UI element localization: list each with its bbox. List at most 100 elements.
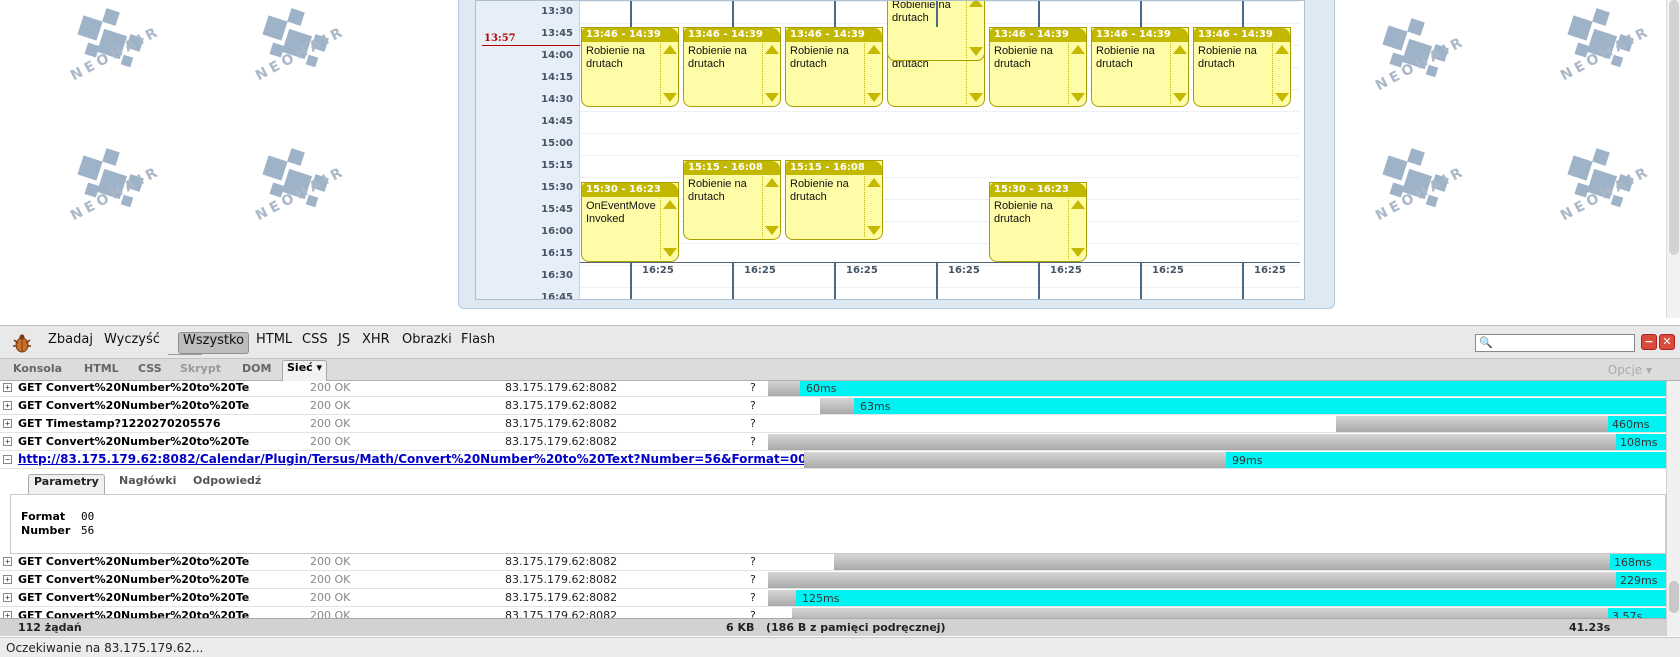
inspect-button[interactable]: Zbadaj <box>44 332 97 354</box>
request-url[interactable]: GET Convert%20Number%20to%20Text?Number= <box>18 591 250 604</box>
arrow-up-icon[interactable] <box>867 178 881 187</box>
filter-html-button[interactable]: HTML <box>252 332 296 354</box>
event-scroll[interactable] <box>1068 198 1085 259</box>
expand-toggle[interactable]: + <box>3 437 12 446</box>
request-url-link[interactable]: http://83.175.179.62:8082/Calendar/Plugi… <box>18 452 806 466</box>
tab-net[interactable]: Sieć ▾ <box>282 360 328 381</box>
calendar-event[interactable]: 15:30 - 16:23 Robienie na drutach <box>989 182 1087 262</box>
event-scroll[interactable] <box>1272 43 1289 104</box>
filter-flash-button[interactable]: Flash <box>457 332 499 354</box>
calendar-event[interactable]: 13:46 - 14:39 Robienie na drutach <box>989 27 1087 107</box>
filter-all-button[interactable]: Wszystko <box>178 332 250 354</box>
arrow-down-icon[interactable] <box>867 226 881 235</box>
calendar-event[interactable]: 15:15 - 16:08 Robienie na drutach <box>785 160 883 240</box>
event-scroll[interactable] <box>864 176 881 237</box>
request-row[interactable]: + GET Convert%20Number%20to%20Text?Number… <box>0 553 1666 571</box>
tab-html[interactable]: HTML <box>80 362 123 380</box>
arrow-up-icon[interactable] <box>1071 45 1085 54</box>
arrow-down-icon[interactable] <box>663 93 677 102</box>
request-row[interactable]: + GET Convert%20Number%20to%20Text?Number… <box>0 571 1666 589</box>
request-row[interactable]: + GET Timestamp?1220270205576 200 OK 83.175… <box>0 415 1666 433</box>
event-scroll[interactable] <box>762 43 779 104</box>
calendar-view[interactable]: 13:30 13:45 14:00 14:15 14:30 14:45 15:00 15:15… <box>475 0 1305 300</box>
event-scroll[interactable] <box>966 1 983 58</box>
request-url[interactable]: GET Convert%20Number%20to%20Text?Number= <box>18 435 250 448</box>
filter-xhr-button[interactable]: XHR <box>358 332 394 354</box>
filter-images-button[interactable]: Obrazki <box>398 332 456 354</box>
calendar-event[interactable]: 13:46 - 14:39 Robienie na drutach <box>1091 27 1189 107</box>
event-scroll[interactable] <box>762 176 779 237</box>
arrow-down-icon[interactable] <box>765 226 779 235</box>
calendar-event[interactable]: 15:15 - 16:08 Robienie na drutach <box>683 160 781 240</box>
request-url[interactable]: GET Convert%20Number%20to%20Text?Number= <box>18 381 250 394</box>
arrow-down-icon[interactable] <box>969 47 983 56</box>
request-row[interactable]: + GET Convert%20Number%20to%20Text?Number… <box>0 381 1666 397</box>
collapse-toggle[interactable]: − <box>3 455 12 464</box>
tab-css[interactable]: CSS <box>134 362 166 380</box>
arrow-up-icon[interactable] <box>969 1 983 7</box>
request-row[interactable]: + GET Convert%20Number%20to%20Text?Number… <box>0 607 1666 618</box>
arrow-up-icon[interactable] <box>765 178 779 187</box>
arrow-up-icon[interactable] <box>765 45 779 54</box>
event-scroll[interactable] <box>1068 43 1085 104</box>
request-url[interactable]: GET Timestamp?1220270205576 <box>18 417 250 430</box>
scrollbar-thumb[interactable] <box>1669 581 1679 613</box>
calendar-event[interactable]: 13:46 - 14:39 Robienie na drutach <box>785 27 883 107</box>
arrow-down-icon[interactable] <box>765 93 779 102</box>
expand-toggle[interactable]: + <box>3 419 12 428</box>
close-button[interactable]: ✕ <box>1659 334 1675 350</box>
calendar-event[interactable]: 13:46 - 14:39 Robienie na drutach <box>581 27 679 107</box>
arrow-up-icon[interactable] <box>1173 45 1187 54</box>
request-url[interactable]: GET Convert%20Number%20to%20Text?Number= <box>18 555 250 568</box>
calendar-event[interactable]: 13:46 - 14:39 Robienie na drutach <box>683 27 781 107</box>
arrow-down-icon[interactable] <box>867 93 881 102</box>
tab-params[interactable]: Parametry <box>28 474 105 494</box>
request-row[interactable]: + GET Convert%20Number%20to%20Text?Number… <box>0 433 1666 451</box>
request-row[interactable]: + GET Convert%20Number%20to%20Text?Number… <box>0 589 1666 607</box>
arrow-up-icon[interactable] <box>867 45 881 54</box>
search-icon: 🔍 <box>1479 336 1493 349</box>
arrow-down-icon[interactable] <box>1071 93 1085 102</box>
tab-script[interactable]: Skrypt <box>176 362 225 380</box>
event-scroll[interactable] <box>1170 43 1187 104</box>
event-scroll[interactable] <box>660 43 677 104</box>
arrow-up-icon[interactable] <box>1071 200 1085 209</box>
tab-response[interactable]: Odpowiedź <box>188 474 266 494</box>
arrow-down-icon[interactable] <box>663 248 677 257</box>
calendar-event[interactable]: 15:30 - 16:23 OnEventMove Invoked <box>581 182 679 262</box>
expand-toggle[interactable]: + <box>3 383 12 392</box>
request-url[interactable]: GET Convert%20Number%20to%20Text?Number= <box>18 573 250 586</box>
filter-css-button[interactable]: CSS <box>298 332 332 354</box>
expanded-request-row[interactable]: − http://83.175.179.62:8082/Calendar/Plu… <box>0 451 1666 469</box>
arrow-up-icon[interactable] <box>663 200 677 209</box>
arrow-down-icon[interactable] <box>1071 248 1085 257</box>
minimize-button[interactable]: − <box>1641 334 1657 350</box>
tab-console[interactable]: Konsola <box>9 362 66 380</box>
tab-dom[interactable]: DOM <box>238 362 275 380</box>
arrow-down-icon[interactable] <box>1173 93 1187 102</box>
net-scrollbar[interactable] <box>1666 381 1680 636</box>
arrow-down-icon[interactable] <box>1275 93 1289 102</box>
clear-button[interactable]: Wyczyść <box>100 332 164 354</box>
firebug-icon[interactable] <box>10 331 34 355</box>
request-url[interactable]: GET Convert%20Number%20to%20Text?Number= <box>18 609 250 618</box>
arrow-up-icon[interactable] <box>1275 45 1289 54</box>
expand-toggle[interactable]: + <box>3 557 12 566</box>
arrow-down-icon[interactable] <box>969 93 983 102</box>
request-row[interactable]: + GET Convert%20Number%20to%20Text?Number… <box>0 397 1666 415</box>
expand-toggle[interactable]: + <box>3 611 12 618</box>
expand-toggle[interactable]: + <box>3 401 12 410</box>
calendar-event[interactable]: 13:46 - 14:39 Robienie na drutach <box>1193 27 1291 107</box>
request-url[interactable]: GET Convert%20Number%20to%20Text?Number= <box>18 399 250 412</box>
event-scroll[interactable] <box>660 198 677 259</box>
arrow-up-icon[interactable] <box>663 45 677 54</box>
tab-headers[interactable]: Nagłówki <box>114 474 181 494</box>
filter-js-button[interactable]: JS <box>334 332 354 354</box>
event-scroll[interactable] <box>864 43 881 104</box>
page-scrollbar[interactable] <box>1666 0 1680 318</box>
options-menu[interactable]: Opcje ▾ <box>1608 363 1652 377</box>
expand-toggle[interactable]: + <box>3 575 12 584</box>
search-input[interactable]: 🔍 <box>1475 334 1635 352</box>
expand-toggle[interactable]: + <box>3 593 12 602</box>
scrollbar-thumb[interactable] <box>1669 0 1679 255</box>
